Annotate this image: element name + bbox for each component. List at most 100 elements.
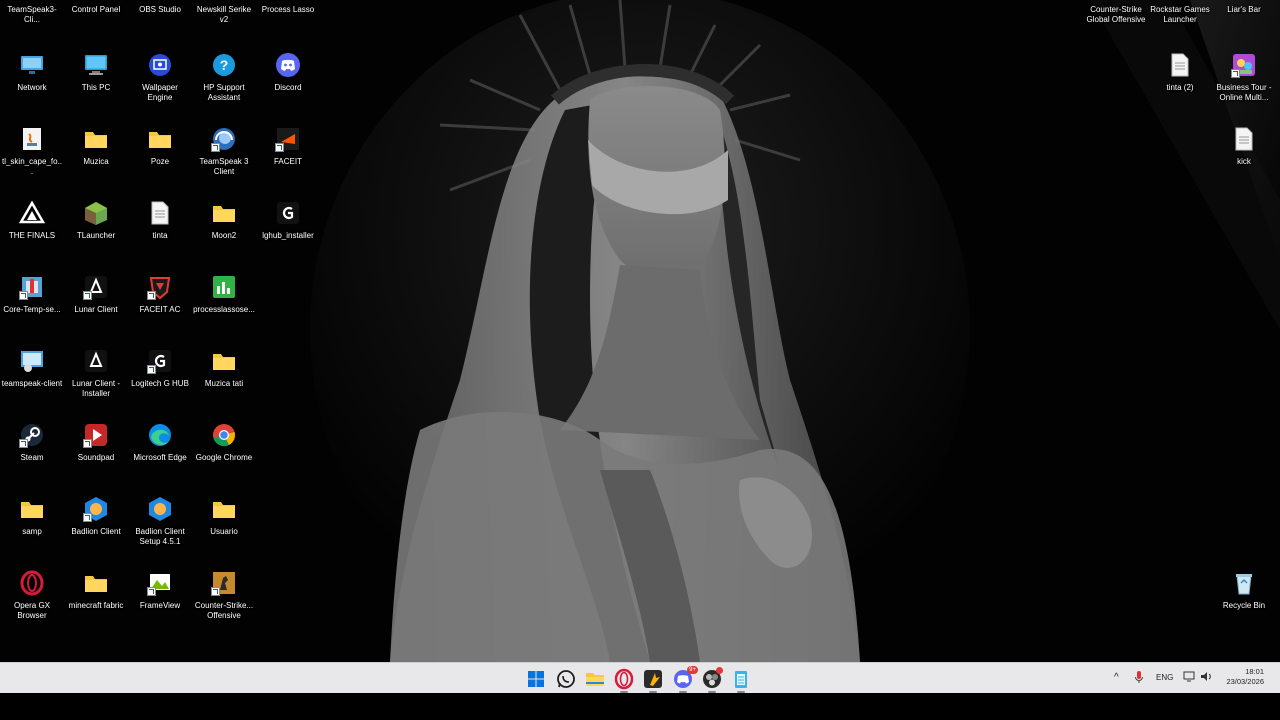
desktop-icon-teamspeak3-client[interactable]: TeamSpeak3-Cli... xyxy=(0,0,64,44)
desktop-icon-samp[interactable]: samp xyxy=(0,496,64,566)
logitech-g-hub-icon xyxy=(147,348,173,374)
the-finals-icon xyxy=(19,200,45,226)
desktop-icon-wallpaper-engine[interactable]: Wallpaper Engine xyxy=(128,52,192,122)
desktop-icon-counter-strike-offensive[interactable]: Counter-Strike... Offensive xyxy=(192,570,256,640)
desktop-icon-label: Discord xyxy=(274,83,302,92)
desktop-icon-lunar-client-installer[interactable]: Lunar Client - Installer xyxy=(64,348,128,418)
desktop-icon-usuario[interactable]: Usuario xyxy=(192,496,256,566)
desktop-icon-lghub-installer[interactable]: lghub_installer xyxy=(256,200,320,270)
desktop-icon-label: Muzica tati xyxy=(204,379,244,388)
teamspeak-installer-icon xyxy=(19,348,45,374)
desktop-icon-newskill-serike[interactable]: Newskill Serike v2 xyxy=(192,0,256,44)
desktop-icon-microsoft-edge[interactable]: Microsoft Edge xyxy=(128,422,192,492)
desktop-icon-recycle-bin[interactable]: Recycle Bin xyxy=(1212,570,1276,640)
desktop-icon-faceit[interactable]: FACEIT xyxy=(256,126,320,196)
desktop-icon-liars-bar[interactable]: Liar's Bar xyxy=(1212,0,1276,44)
microphone-icon[interactable] xyxy=(1134,670,1144,686)
desktop-icon-process-lasso[interactable]: Process Lasso xyxy=(256,0,320,44)
business-tour-icon xyxy=(1231,52,1257,78)
desktop-icon-label: tinta (2) xyxy=(1166,83,1194,92)
edge-icon xyxy=(147,422,173,448)
desktop-icon-faceit-ac[interactable]: FACEIT AC xyxy=(128,274,192,344)
desktop[interactable]: TeamSpeak3-Cli... Network tl_skin_cape_f… xyxy=(0,0,1280,662)
desktop-icon-frameview[interactable]: FrameView xyxy=(128,570,192,640)
desktop-icon-minecraft-fabric[interactable]: minecraft fabric xyxy=(64,570,128,640)
language-indicator[interactable]: ENG xyxy=(1156,673,1173,682)
desktop-icon-badlion-setup[interactable]: Badlion Client Setup 4.5.1 xyxy=(128,496,192,566)
chrome-icon xyxy=(211,422,237,448)
desktop-icon-tlauncher[interactable]: TLauncher xyxy=(64,200,128,270)
desktop-icon-tinta-2[interactable]: tinta (2) xyxy=(1148,52,1212,122)
desktop-icon-soundpad[interactable]: Soundpad xyxy=(64,422,128,492)
desktop-icon-tl-skin-cape[interactable]: tl_skin_cape_fo... xyxy=(0,126,64,196)
desktop-icon-core-temp[interactable]: Core-Temp-se... xyxy=(0,274,64,344)
desktop-icon-business-tour[interactable]: Business Tour - Online Multi... xyxy=(1212,52,1276,122)
taskbar-file-explorer[interactable] xyxy=(584,668,606,690)
desktop-icon-processlasso-setup[interactable]: processlassose... xyxy=(192,274,256,344)
desktop-icon-muzica[interactable]: Muzica xyxy=(64,126,128,196)
desktop-icon-label: Business Tour - Online Multi... xyxy=(1216,83,1272,102)
desktop-icon-teamspeak-client[interactable]: teamspeak-client xyxy=(0,348,64,418)
desktop-icon-poze[interactable]: Poze xyxy=(128,126,192,196)
taskbar-discord[interactable]: 9+ xyxy=(672,666,698,693)
desktop-icon-label: processlassose... xyxy=(193,305,255,314)
desktop-icon-the-finals[interactable]: THE FINALS xyxy=(0,200,64,270)
svg-text:?: ? xyxy=(220,57,229,73)
opera-gx-icon xyxy=(19,570,45,596)
recycle-bin-icon xyxy=(1231,570,1257,596)
taskbar-opera-gx[interactable] xyxy=(613,668,635,693)
desktop-icon-label: HP Support Assistant xyxy=(203,83,245,102)
desktop-icon-label: Network xyxy=(17,83,47,92)
desktop-icon-discord[interactable]: Discord xyxy=(256,52,320,122)
volume-icon[interactable] xyxy=(1200,670,1213,685)
desktop-icon-rockstar-launcher[interactable]: Rockstar Games Launcher xyxy=(1148,0,1212,44)
desktop-icon-opera-gx[interactable]: Opera GX Browser xyxy=(0,570,64,640)
desktop-icon-label: Newskill Serike v2 xyxy=(196,5,252,24)
desktop-icon-label: Soundpad xyxy=(77,453,115,462)
wallpaper-engine-icon xyxy=(147,52,173,78)
desktop-icon-label: Control Panel xyxy=(71,5,121,14)
desktop-icon-obs-studio[interactable]: OBS Studio xyxy=(128,0,192,44)
badlion-icon xyxy=(83,496,109,522)
desktop-icon-network[interactable]: Network xyxy=(0,52,64,122)
network-icon xyxy=(19,52,45,78)
desktop-icon-lunar-client[interactable]: Lunar Client xyxy=(64,274,128,344)
desktop-icon-kick[interactable]: kick xyxy=(1212,126,1276,196)
desktop-icon-label: TeamSpeak3-Cli... xyxy=(7,5,57,24)
show-hidden-icons-chevron[interactable]: ^ xyxy=(1114,672,1119,683)
frameview-icon xyxy=(147,570,173,596)
this-pc-icon xyxy=(83,52,109,78)
taskbar-notepad[interactable] xyxy=(730,668,752,693)
desktop-icon-this-pc[interactable]: This PC xyxy=(64,52,128,122)
clock[interactable]: 18:01 23/03/2026 xyxy=(1226,667,1264,687)
desktop-icon-label: Core-Temp-se... xyxy=(3,305,61,314)
taskbar-whatsapp[interactable] xyxy=(555,668,577,690)
soundpad-icon xyxy=(83,422,109,448)
desktop-icon-teamspeak-3-client[interactable]: TeamSpeak 3 Client xyxy=(192,126,256,196)
desktop-icon-label: Wallpaper Engine xyxy=(142,83,178,102)
desktop-icon-hp-support-assistant[interactable]: ? HP Support Assistant xyxy=(192,52,256,122)
desktop-icon-tinta[interactable]: tinta xyxy=(128,200,192,270)
desktop-icon-label: Muzica xyxy=(83,157,109,166)
taskbar-faceit[interactable] xyxy=(642,668,664,693)
start-button[interactable] xyxy=(525,668,547,690)
desktop-icon-badlion-client[interactable]: Badlion Client xyxy=(64,496,128,566)
desktop-icon-label: This PC xyxy=(81,83,111,92)
desktop-icon-logitech-g-hub[interactable]: Logitech G HUB xyxy=(128,348,192,418)
taskbar-obs[interactable] xyxy=(701,667,723,693)
text-file-icon xyxy=(1167,52,1193,78)
clock-time: 18:01 xyxy=(1245,667,1264,676)
desktop-icon-label: Steam xyxy=(20,453,44,462)
desktop-icon-muzica-tati[interactable]: Muzica tati xyxy=(192,348,256,418)
desktop-icon-steam[interactable]: Steam xyxy=(0,422,64,492)
folder-icon xyxy=(83,126,109,152)
desktop-icon-cs-global-offensive[interactable]: Counter-Strike Global Offensive xyxy=(1084,0,1148,44)
desktop-icon-label: Moon2 xyxy=(211,231,237,240)
network-tray-icon[interactable] xyxy=(1183,670,1196,685)
desktop-icon-label: Usuario xyxy=(210,527,238,536)
folder-icon xyxy=(211,348,237,374)
desktop-icon-google-chrome[interactable]: Google Chrome xyxy=(192,422,256,492)
desktop-icon-label: Lunar Client - Installer xyxy=(71,379,121,398)
desktop-icon-moon2[interactable]: Moon2 xyxy=(192,200,256,270)
desktop-icon-control-panel[interactable]: Control Panel xyxy=(64,0,128,44)
